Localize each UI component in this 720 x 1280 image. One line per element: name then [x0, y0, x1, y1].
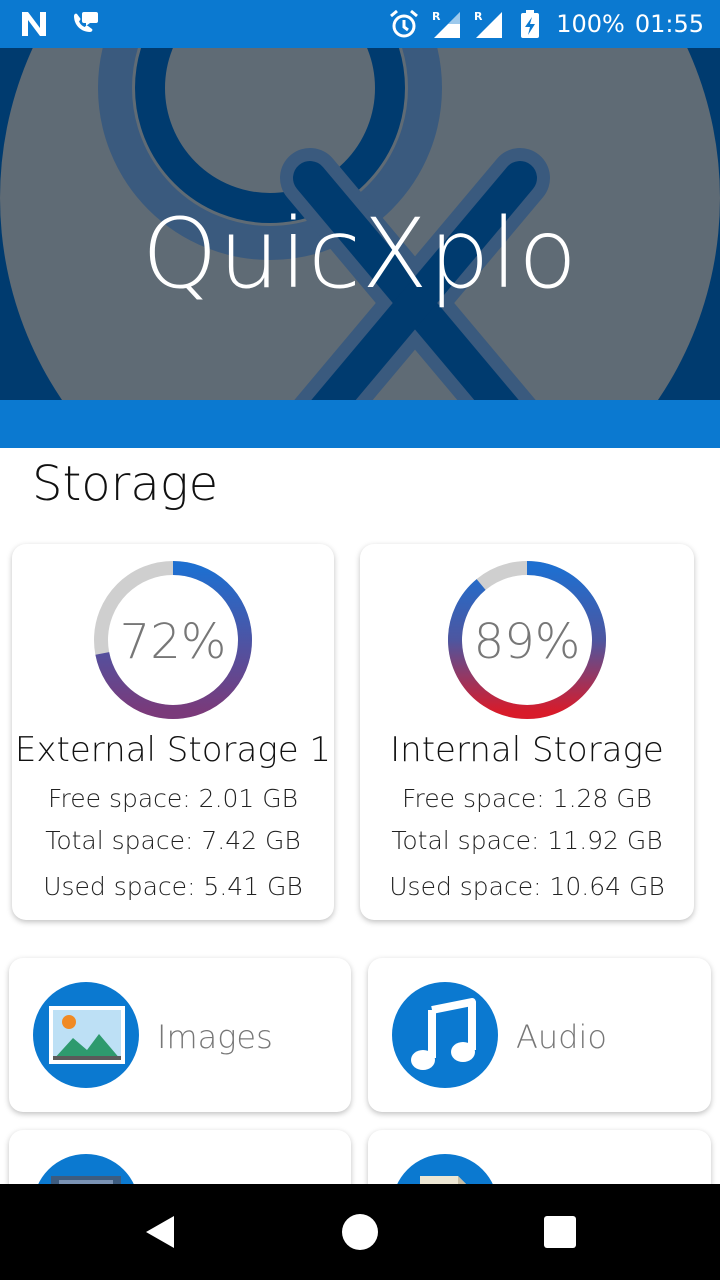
battery-percent: 100% — [556, 10, 625, 38]
alarm-icon — [388, 8, 420, 40]
storage-card-external[interactable]: 72% External Storage 1 Free space: 2.01 … — [12, 544, 334, 920]
n-notification-icon — [18, 8, 50, 40]
category-images[interactable]: Images — [9, 958, 351, 1112]
wifi-call-icon — [68, 8, 100, 40]
signal-r-icon: R — [430, 8, 462, 40]
total-space: Total space: 7.42 GB — [45, 826, 301, 855]
recents-icon[interactable] — [536, 1208, 584, 1256]
back-icon[interactable] — [136, 1208, 184, 1256]
images-icon — [33, 982, 139, 1088]
svg-text:R: R — [474, 10, 483, 23]
used-space: Used space: 10.64 GB — [389, 872, 665, 901]
battery-charging-icon — [514, 8, 546, 40]
storage-section-title: Storage — [32, 456, 219, 512]
signal-r2-icon: R — [472, 8, 504, 40]
status-bar: R R 100% 01:55 — [0, 0, 720, 48]
free-space: Free space: 1.28 GB — [401, 784, 653, 813]
used-space: Used space: 5.41 GB — [43, 872, 303, 901]
storage-card-internal[interactable]: 89% Internal Storage Free space: 1.28 GB… — [360, 544, 694, 920]
clock: 01:55 — [634, 10, 704, 38]
storage-name: Internal Storage — [390, 730, 664, 770]
svg-text:R: R — [432, 10, 441, 23]
home-icon[interactable] — [336, 1208, 384, 1256]
header-banner: QuicXplo — [0, 48, 720, 400]
app-title: QuicXplo — [142, 198, 578, 310]
storage-percent: 72% — [119, 614, 227, 670]
category-label: Images — [157, 1018, 273, 1056]
storage-name: External Storage 1 — [14, 730, 332, 770]
total-space: Total space: 11.92 GB — [391, 826, 663, 855]
free-space: Free space: 2.01 GB — [47, 784, 299, 813]
header-strip — [0, 400, 720, 448]
music-note-icon — [392, 982, 498, 1088]
navigation-bar — [0, 1184, 720, 1280]
category-label: Audio — [516, 1018, 607, 1056]
storage-percent: 89% — [473, 614, 581, 670]
category-audio[interactable]: Audio — [368, 958, 711, 1112]
